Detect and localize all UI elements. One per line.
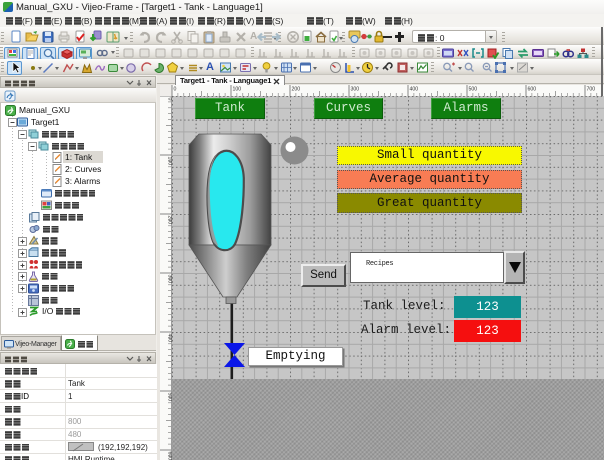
- svg-text:200: 200: [292, 87, 301, 93]
- svg-text:600: 600: [528, 87, 537, 93]
- svg-text:100: 100: [233, 87, 242, 93]
- svg-text:0: 0: [174, 87, 177, 93]
- svg-text:700: 700: [587, 87, 596, 93]
- svg-text:300: 300: [351, 87, 360, 93]
- svg-text:500: 500: [469, 87, 478, 93]
- svg-text:400: 400: [410, 87, 419, 93]
